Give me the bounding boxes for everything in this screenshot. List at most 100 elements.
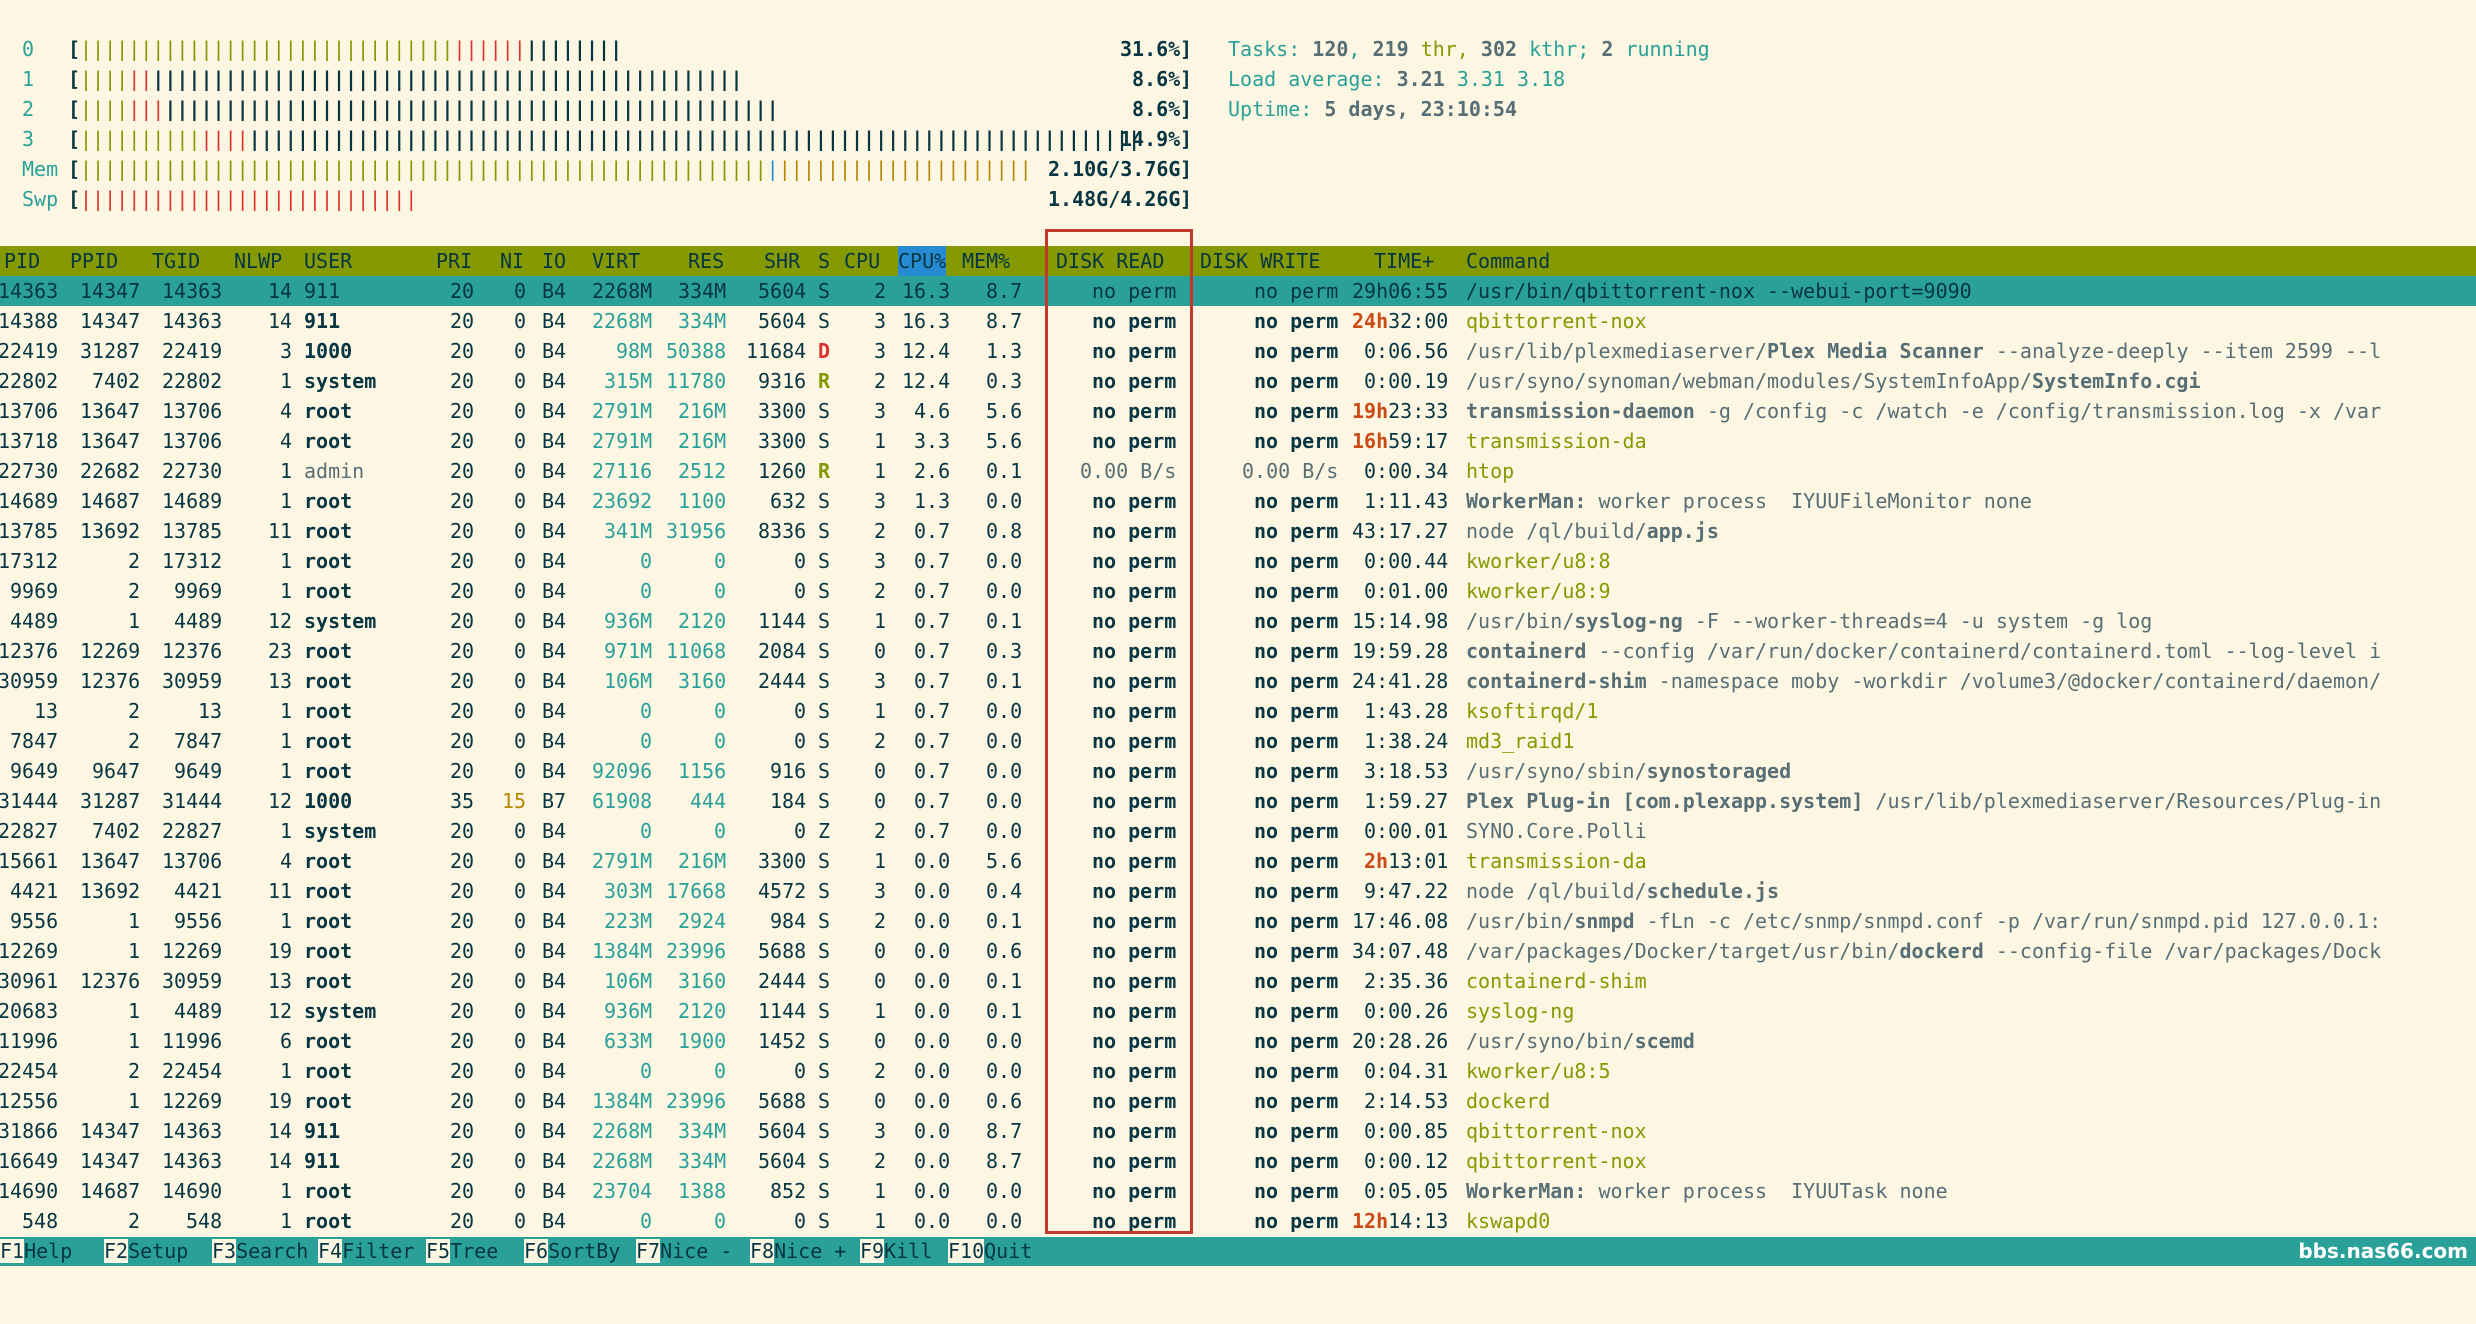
col-time[interactable]: TIME+ bbox=[1374, 246, 1434, 276]
col-tgid[interactable]: TGID bbox=[152, 246, 200, 276]
fkey-nice[interactable]: F7Nice - bbox=[636, 1237, 732, 1266]
col-res[interactable]: RES bbox=[688, 246, 724, 276]
table-row[interactable]: 9969 2 9969 1 root 20 0 B4 0 0 0 S 2 0.7 0.0 no perm no … bbox=[0, 576, 2476, 606]
fkey-search[interactable]: F3Search bbox=[212, 1237, 308, 1266]
cell-pid: 9969 bbox=[10, 579, 59, 603]
cell-pid: 12556 bbox=[0, 1089, 59, 1113]
col-mem-percent[interactable]: MEM% bbox=[962, 246, 1010, 276]
table-row[interactable]: 9649 9647 9649 1 root 20 0 B4 92096 1156 916 S 0 0.7 0… bbox=[0, 756, 2476, 786]
cell-nlwp: 1 bbox=[280, 579, 293, 603]
table-row[interactable]: 30959 12376 30959 13 root 20 0 B4 106M 3160 2444 S 3… bbox=[0, 666, 2476, 696]
command-name: schedule.js bbox=[1646, 879, 1780, 903]
table-row[interactable]: 31866 14347 14363 14 911 20 0 B4 2268M 334M 5604 S 3… bbox=[0, 1116, 2476, 1146]
cell-ppid: 2 bbox=[128, 549, 141, 573]
table-row[interactable]: 22827 7402 22827 1 system 20 0 B4 0 0 0 Z 2 0.7 0.0 no … bbox=[0, 816, 2476, 846]
fkey-setup[interactable]: F2Setup bbox=[104, 1237, 188, 1266]
cell-cpu: 0 bbox=[874, 639, 887, 663]
table-row[interactable]: 11996 1 11996 6 root 20 0 B4 633M 1900 1452 S 0 0.0 0.… bbox=[0, 1026, 2476, 1056]
table-row[interactable]: 16649 14347 14363 14 911 20 0 B4 2268M 334M 5604 S 2… bbox=[0, 1146, 2476, 1176]
table-row[interactable]: 17312 2 17312 1 root 20 0 B4 0 0 0 S 3 0.7 0.0 no perm n… bbox=[0, 546, 2476, 576]
cell-tgid: 12269 bbox=[162, 939, 223, 963]
table-row[interactable]: 14363 14347 14363 14 911 20 0 B4 2268M 334M 5604 S 2… bbox=[0, 276, 2476, 306]
cell-state: S bbox=[818, 1119, 831, 1143]
table-row[interactable]: 7847 2 7847 1 root 20 0 B4 0 0 0 S 2 0.7 0.0 no perm no … bbox=[0, 726, 2476, 756]
table-row[interactable]: 22730 22682 22730 1 admin 20 0 B4 27116 2512 1260 R… bbox=[0, 456, 2476, 486]
cell-shr: 3300 bbox=[758, 849, 807, 873]
col-pid[interactable]: PID bbox=[4, 246, 40, 276]
table-row[interactable]: 22802 7402 22802 1 system 20 0 B4 315M 11780 9316 R… bbox=[0, 366, 2476, 396]
fkey-sortby[interactable]: F6SortBy bbox=[524, 1237, 620, 1266]
table-row[interactable]: 14690 14687 14690 1 root 20 0 B4 23704 1388 852 S 1 0… bbox=[0, 1176, 2476, 1206]
fkey-help[interactable]: F1Help bbox=[0, 1237, 72, 1266]
cell-disk-write: no perm bbox=[1254, 699, 1339, 723]
cell-virt: 1384M bbox=[592, 1089, 653, 1113]
table-row[interactable]: 14388 14347 14363 14 911 20 0 B4 2268M 334M 5604 S 3… bbox=[0, 306, 2476, 336]
fkey-filter[interactable]: F4Filter bbox=[318, 1237, 414, 1266]
col-state[interactable]: S bbox=[818, 246, 830, 276]
cell-cpu: 3 bbox=[874, 489, 887, 513]
col-disk-read[interactable]: DISK READ bbox=[1056, 246, 1164, 276]
cell-disk-write: no perm bbox=[1254, 429, 1339, 453]
table-row[interactable]: 14689 14687 14689 1 root 20 0 B4 23692 1100 632 S 3 1… bbox=[0, 486, 2476, 516]
cell-disk-read: no perm bbox=[1092, 309, 1177, 333]
time-rest: 20:28.26 bbox=[1352, 1029, 1449, 1053]
col-cpu[interactable]: CPU bbox=[844, 246, 880, 276]
cell-ni: 15 bbox=[502, 789, 527, 813]
table-row[interactable]: 22454 2 22454 1 root 20 0 B4 0 0 0 S 2 0.0 0.0 no perm n… bbox=[0, 1056, 2476, 1086]
cell-nlwp: 1 bbox=[280, 699, 293, 723]
table-row[interactable]: 20683 1 4489 12 system 20 0 B4 936M 2120 1144 S 1 0.0… bbox=[0, 996, 2476, 1026]
col-disk-write[interactable]: DISK WRITE bbox=[1200, 246, 1320, 276]
table-row[interactable]: 4421 13692 4421 11 root 20 0 B4 303M 17668 4572 S 3 0… bbox=[0, 876, 2476, 906]
table-row[interactable]: 13 2 13 1 root 20 0 B4 0 0 0 S 1 0.7 0.0 no perm no perm… bbox=[0, 696, 2476, 726]
cell-state: S bbox=[818, 669, 831, 693]
table-row[interactable]: 9556 1 9556 1 root 20 0 B4 223M 2924 984 S 2 0.0 0.1 no… bbox=[0, 906, 2476, 936]
table-row[interactable]: 22419 31287 22419 3 1000 20 0 B4 98M 50388 11684 D 3… bbox=[0, 336, 2476, 366]
col-ni[interactable]: NI bbox=[500, 246, 524, 276]
col-user[interactable]: USER bbox=[304, 246, 352, 276]
table-row[interactable]: 30961 12376 30959 13 root 20 0 B4 106M 3160 2444 S 0… bbox=[0, 966, 2476, 996]
col-cpu-percent[interactable]: CPU% bbox=[898, 246, 947, 276]
cell-disk-read: no perm bbox=[1092, 969, 1177, 993]
cell-mem-percent: 8.7 bbox=[986, 1119, 1023, 1143]
col-ppid[interactable]: PPID bbox=[70, 246, 118, 276]
cell-disk-write: no perm bbox=[1254, 279, 1339, 303]
cell-shr: 2444 bbox=[758, 669, 807, 693]
table-row[interactable]: 13718 13647 13706 4 root 20 0 B4 2791M 216M 3300 S 1… bbox=[0, 426, 2476, 456]
col-shr[interactable]: SHR bbox=[764, 246, 800, 276]
cell-disk-write: no perm bbox=[1254, 519, 1339, 543]
fkey-nice[interactable]: F8Nice + bbox=[750, 1237, 846, 1266]
col-pri[interactable]: PRI bbox=[436, 246, 472, 276]
time-rest: 1:43.28 bbox=[1364, 699, 1449, 723]
cell-res: 11068 bbox=[666, 639, 727, 663]
cell-pri: 20 bbox=[450, 1179, 475, 1203]
fkey-kill[interactable]: F9Kill bbox=[860, 1237, 932, 1266]
cell-ni: 0 bbox=[514, 759, 527, 783]
cell-nlwp: 11 bbox=[268, 879, 293, 903]
cell-command: htop bbox=[1466, 456, 1514, 486]
table-row[interactable]: 4489 1 4489 12 system 20 0 B4 936M 2120 1144 S 1 0.7 0… bbox=[0, 606, 2476, 636]
table-row[interactable]: 13706 13647 13706 4 root 20 0 B4 2791M 216M 3300 S 3… bbox=[0, 396, 2476, 426]
table-row[interactable]: 12269 1 12269 19 root 20 0 B4 1384M 23996 5688 S 0 0.… bbox=[0, 936, 2476, 966]
col-virt[interactable]: VIRT bbox=[592, 246, 640, 276]
cell-shr: 4572 bbox=[758, 879, 807, 903]
meter-2: 2 [||||||||||||||||||||||||||||||||||||||… bbox=[0, 94, 1200, 124]
table-row[interactable]: 548 2 548 1 root 20 0 B4 0 0 0 S 1 0.0 0.0 no perm no pe… bbox=[0, 1206, 2476, 1236]
cell-res: 23996 bbox=[666, 939, 727, 963]
table-row[interactable]: 12556 1 12269 19 root 20 0 B4 1384M 23996 5688 S 0 0.… bbox=[0, 1086, 2476, 1116]
cell-user: root bbox=[304, 579, 353, 603]
table-row[interactable]: 13785 13692 13785 11 root 20 0 B4 341M 31956 8336 S… bbox=[0, 516, 2476, 546]
cell-state: S bbox=[818, 1209, 831, 1233]
cell-cpu: 3 bbox=[874, 1119, 887, 1143]
cell-mem-percent: 1.3 bbox=[986, 339, 1023, 363]
table-row[interactable]: 12376 12269 12376 23 root 20 0 B4 971M 11068 2084 S… bbox=[0, 636, 2476, 666]
col-nlwp[interactable]: NLWP bbox=[234, 246, 282, 276]
cell-cpu: 0 bbox=[874, 1029, 887, 1053]
table-row[interactable]: 31444 31287 31444 12 1000 35 15 B7 61908 444 184 S 0… bbox=[0, 786, 2476, 816]
table-row[interactable]: 15661 13647 13706 4 root 20 0 B4 2791M 216M 3300 S 1… bbox=[0, 846, 2476, 876]
col-command[interactable]: Command bbox=[1466, 246, 1550, 276]
col-io[interactable]: IO bbox=[542, 246, 566, 276]
cell-user: root bbox=[304, 879, 353, 903]
fkey-quit[interactable]: F10Quit bbox=[948, 1237, 1032, 1266]
cell-command: transmission-da bbox=[1466, 846, 1647, 876]
fkey-tree[interactable]: F5Tree bbox=[426, 1237, 498, 1266]
